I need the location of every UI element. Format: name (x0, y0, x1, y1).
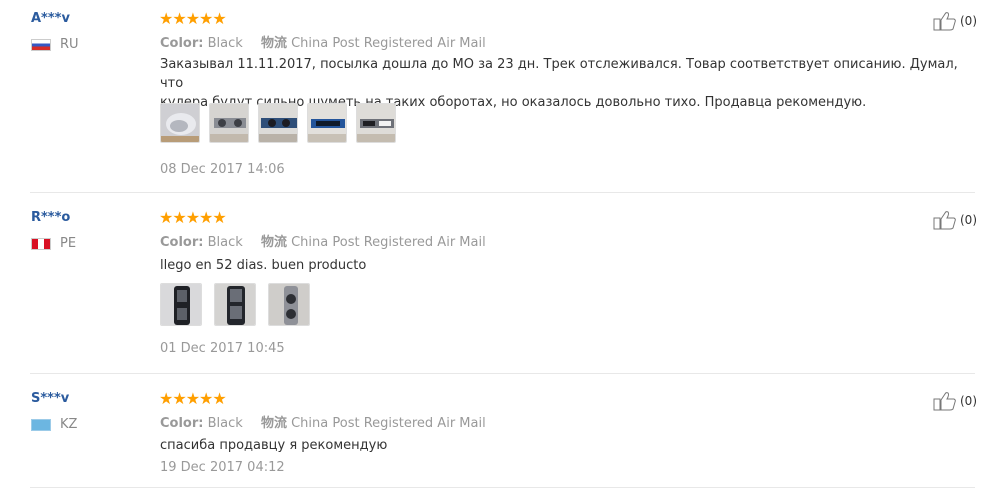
review-photo-thumbnail[interactable] (160, 103, 200, 143)
review-item: A***v RU ★★★★★ Color: Black 物流 China Pos… (0, 11, 1000, 193)
color-label: Color: (160, 36, 204, 51)
review-photo-thumbnail[interactable] (258, 103, 298, 143)
reviewer-name[interactable]: R***o (31, 210, 70, 225)
review-date: 19 Dec 2017 04:12 (160, 460, 285, 475)
review-item: S***v KZ ★★★★★ Color: Black 物流 China Pos… (0, 391, 1000, 489)
review-photos (160, 283, 310, 326)
helpful-button[interactable]: (0) (933, 11, 977, 31)
helpful-button[interactable]: (0) (933, 391, 977, 411)
helpful-count: (0) (960, 394, 977, 408)
review-photo-thumbnail[interactable] (160, 283, 202, 326)
star-rating: ★★★★★ (159, 389, 227, 408)
thumbs-up-icon (933, 392, 956, 411)
review-photos (160, 103, 396, 143)
reviewer-country: PE (31, 236, 76, 251)
review-meta: Color: Black 物流 China Post Registered Ai… (160, 412, 486, 431)
color-value: Black (207, 36, 243, 51)
color-value: Black (207, 235, 243, 250)
flag-kz-icon (31, 418, 51, 431)
shipping-value: China Post Registered Air Mail (291, 416, 486, 431)
divider (30, 373, 975, 374)
divider (30, 192, 975, 193)
review-item: R***o PE ★★★★★ Color: Black 物流 China Pos… (0, 210, 1000, 374)
reviewer-country: RU (31, 37, 79, 52)
review-meta: Color: Black 物流 China Post Registered Ai… (160, 231, 486, 250)
flag-pe-icon (31, 237, 51, 250)
review-photo-thumbnail[interactable] (356, 103, 396, 143)
shipping-label: 物流 (260, 235, 287, 250)
review-date: 08 Dec 2017 14:06 (160, 162, 285, 177)
helpful-count: (0) (960, 14, 977, 28)
reviewer-name[interactable]: S***v (31, 391, 69, 406)
review-photo-thumbnail[interactable] (214, 283, 256, 326)
color-label: Color: (160, 235, 204, 250)
shipping-label: 物流 (260, 36, 287, 51)
reviewer-name[interactable]: A***v (31, 11, 70, 26)
helpful-button[interactable]: (0) (933, 210, 977, 230)
shipping-label: 物流 (260, 416, 287, 431)
reviewer-country: KZ (31, 417, 77, 432)
review-photo-thumbnail[interactable] (209, 103, 249, 143)
shipping-value: China Post Registered Air Mail (291, 36, 486, 51)
color-value: Black (207, 416, 243, 431)
review-photo-thumbnail[interactable] (268, 283, 310, 326)
star-rating: ★★★★★ (159, 9, 227, 28)
review-text-line: Заказывал 11.11.2017, посылка дошла до М… (160, 57, 958, 91)
review-date: 01 Dec 2017 10:45 (160, 341, 285, 356)
thumbs-up-icon (933, 211, 956, 230)
country-code: KZ (60, 417, 78, 432)
flag-ru-icon (31, 38, 51, 51)
divider (30, 487, 975, 488)
country-code: PE (60, 236, 77, 251)
review-meta: Color: Black 物流 China Post Registered Ai… (160, 32, 486, 51)
review-photo-thumbnail[interactable] (307, 103, 347, 143)
review-text-line: спасиба продавцу я рекомендую (160, 438, 388, 453)
star-rating: ★★★★★ (159, 208, 227, 227)
country-code: RU (60, 37, 79, 52)
helpful-count: (0) (960, 213, 977, 227)
review-text: спасиба продавцу я рекомендую (160, 436, 960, 455)
review-text: llego en 52 dias. buen producto (160, 256, 960, 275)
review-text-line: llego en 52 dias. buen producto (160, 258, 367, 273)
shipping-value: China Post Registered Air Mail (291, 235, 486, 250)
color-label: Color: (160, 416, 204, 431)
thumbs-up-icon (933, 12, 956, 31)
